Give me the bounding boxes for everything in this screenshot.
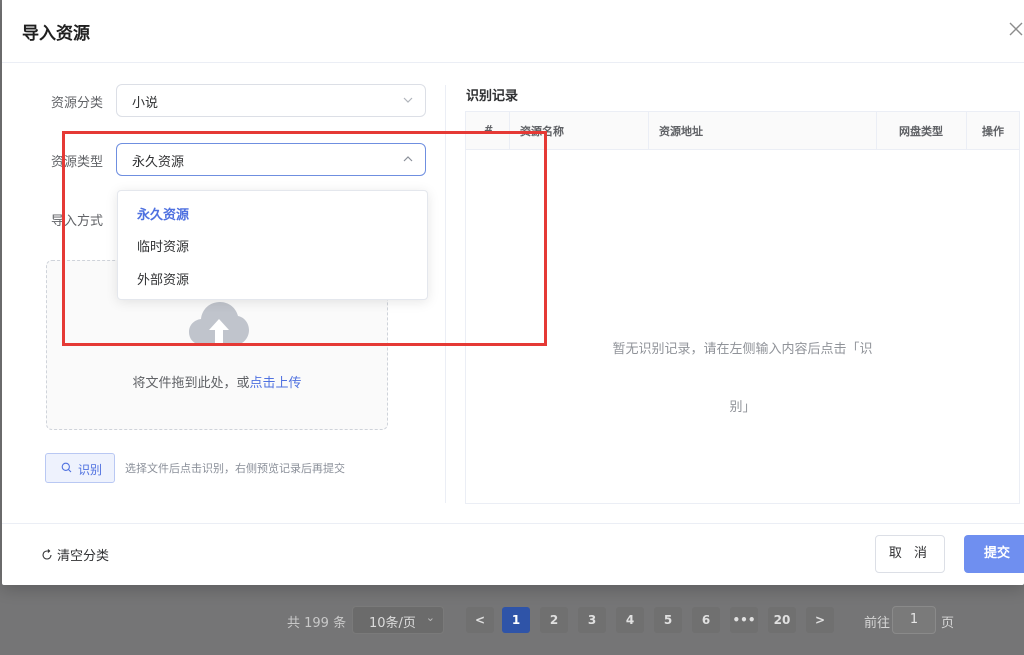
close-icon[interactable] xyxy=(1008,20,1024,40)
page-ellipsis-button[interactable]: ••• xyxy=(730,607,758,633)
type-value: 永久资源 xyxy=(132,155,185,170)
column-header-index: # xyxy=(484,123,494,136)
dropdown-option-temporary[interactable]: 临时资源 xyxy=(137,236,189,255)
goto-page-input[interactable]: 1 xyxy=(892,606,936,634)
upload-cloud-icon xyxy=(189,302,249,345)
header-divider xyxy=(2,62,1024,63)
dropdown-option-external[interactable]: 外部资源 xyxy=(137,269,189,288)
recognize-button[interactable]: 识别 xyxy=(45,453,115,483)
upload-hint: 将文件拖到此处，或点击上传 xyxy=(47,372,387,391)
category-select[interactable]: 小说 xyxy=(116,84,426,117)
type-select[interactable]: 永久资源 xyxy=(116,143,426,176)
chevron-left-icon: < xyxy=(474,613,486,627)
upload-hint-text: 将文件拖到此处，或 xyxy=(132,376,250,391)
records-title: 识别记录 xyxy=(466,89,519,104)
type-dropdown-menu: 永久资源 临时资源 外部资源 xyxy=(117,190,428,300)
page-button-2[interactable]: 2 xyxy=(540,607,568,633)
dialog-title: 导入资源 xyxy=(22,24,90,44)
prev-page-button[interactable]: < xyxy=(466,607,494,633)
page-button-4[interactable]: 4 xyxy=(616,607,644,633)
upload-link[interactable]: 点击上传 xyxy=(250,376,302,391)
cancel-button[interactable]: 取 消 xyxy=(875,535,945,573)
page-button-20[interactable]: 20 xyxy=(768,607,796,633)
page-button-5[interactable]: 5 xyxy=(654,607,682,633)
page-button-1[interactable]: 1 xyxy=(502,607,530,633)
clear-category-button[interactable]: 清空分类 xyxy=(41,545,109,564)
page-button-3[interactable]: 3 xyxy=(578,607,606,633)
footer-divider xyxy=(2,523,1024,524)
page-button-6[interactable]: 6 xyxy=(692,607,720,633)
column-header-disk-type: 网盘类型 xyxy=(899,125,943,138)
search-icon xyxy=(61,462,72,473)
pagination: 共 199 条 10条/页 ⌄ < 1 2 3 4 5 6 ••• 20 > 前… xyxy=(0,606,1024,636)
chevron-right-icon: > xyxy=(814,613,826,627)
clear-category-label: 清空分类 xyxy=(57,549,110,564)
column-separator xyxy=(648,112,649,149)
table-header: # 资源名称 资源地址 网盘类型 操作 xyxy=(466,112,1019,150)
dropdown-option-permanent[interactable]: 永久资源 xyxy=(137,204,189,223)
import-resource-dialog: 导入资源 资源分类 小说 资源类型 永久资源 导入方式 将文件拖到此处，或点击上… xyxy=(2,0,1024,585)
type-label: 资源类型 xyxy=(51,155,104,170)
empty-text-line2: 别」 xyxy=(729,400,756,415)
category-label: 资源分类 xyxy=(51,96,104,111)
column-header-actions: 操作 xyxy=(982,125,1004,138)
refresh-icon xyxy=(42,549,52,560)
import-method-label: 导入方式 xyxy=(51,214,104,229)
empty-text-line1: 暂无识别记录，请在左侧输入内容后点击「识 xyxy=(612,342,873,357)
column-header-url: 资源地址 xyxy=(659,125,703,138)
goto-label: 前往 xyxy=(864,616,891,631)
chevron-down-icon: ⌄ xyxy=(425,611,435,624)
submit-button[interactable]: 提交 xyxy=(964,535,1024,573)
category-value: 小说 xyxy=(132,96,159,111)
page-unit-label: 页 xyxy=(941,616,955,631)
column-separator xyxy=(876,112,877,149)
chevron-up-icon xyxy=(403,156,413,162)
pagination-total: 共 199 条 xyxy=(287,616,347,631)
column-separator xyxy=(509,112,510,149)
recognize-tip: 选择文件后点击识别，右侧预览记录后再提交 xyxy=(125,462,345,475)
page-size-value: 10条/页 xyxy=(369,616,416,631)
chevron-down-icon xyxy=(403,97,413,103)
column-header-name: 资源名称 xyxy=(520,125,564,138)
next-page-button[interactable]: > xyxy=(806,607,834,633)
column-divider xyxy=(445,85,446,503)
column-separator xyxy=(966,112,967,149)
page-size-select[interactable]: 10条/页 ⌄ xyxy=(352,606,444,634)
recognize-button-label: 识别 xyxy=(78,463,103,477)
records-table: # 资源名称 资源地址 网盘类型 操作 暂无识别记录，请在左侧输入内容后点击「识… xyxy=(465,111,1020,504)
